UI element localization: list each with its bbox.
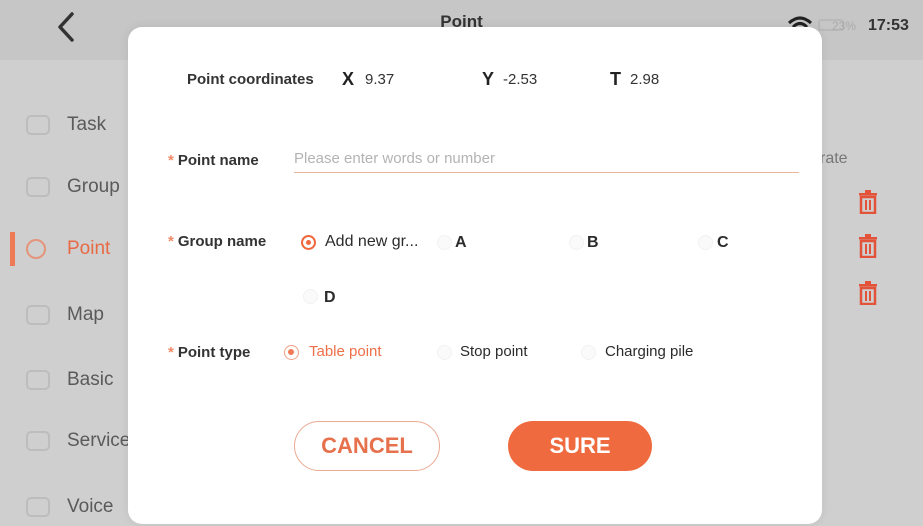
task-icon [26, 115, 50, 135]
point-name-label-text: Point name [177, 152, 259, 169]
map-icon [26, 305, 50, 325]
group-option-c-label[interactable]: C [717, 234, 729, 252]
point-type-label: * Point type [168, 344, 250, 361]
point-type-label-text: Point type [177, 344, 251, 361]
operate-column-header: rate [820, 150, 848, 167]
sidebar-item-label: Task [67, 114, 107, 135]
required-mark: * [168, 233, 174, 250]
coordinates-label: Point coordinates [187, 71, 314, 88]
group-option-b-label[interactable]: B [587, 234, 599, 252]
point-icon [26, 239, 46, 259]
group-option-b-radio[interactable] [569, 235, 584, 250]
group-icon [26, 177, 50, 197]
required-mark: * [168, 344, 174, 361]
group-name-label: * Group name [168, 233, 266, 250]
x-axis-label: X [342, 69, 355, 89]
basic-icon [26, 370, 50, 390]
point-type-charging-label[interactable]: Charging pile [605, 343, 693, 360]
battery-percent: 23% [832, 19, 857, 33]
group-option-c-radio[interactable] [698, 235, 713, 250]
group-option-a-radio[interactable] [437, 235, 452, 250]
group-name-label-text: Group name [177, 233, 267, 250]
point-name-input[interactable] [294, 145, 799, 173]
clock: 17:53 [868, 17, 909, 34]
cancel-button[interactable]: CANCEL [294, 421, 440, 471]
sidebar-item-label: Voice [67, 496, 114, 517]
sidebar-item-label: Basic [67, 369, 114, 390]
add-point-dialog: Point coordinates X 9.37 Y -2.53 T 2.98 … [128, 27, 822, 524]
voice-icon [26, 497, 50, 517]
delete-icon[interactable] [857, 190, 879, 214]
point-type-table-label[interactable]: Table point [309, 343, 382, 360]
y-coordinate-value: -2.53 [503, 71, 538, 88]
service-icon [26, 431, 50, 451]
group-option-d-label[interactable]: D [324, 289, 336, 307]
sidebar-item-label: Group [67, 176, 120, 197]
point-type-stop-label[interactable]: Stop point [460, 343, 528, 360]
required-mark: * [168, 152, 174, 169]
point-name-label: * Point name [168, 152, 259, 169]
sidebar-item-label: Point [67, 238, 111, 259]
group-option-d-radio[interactable] [303, 289, 318, 304]
sidebar-item-label: Service [67, 430, 131, 451]
point-type-charging-radio[interactable] [581, 345, 596, 360]
active-indicator [10, 232, 15, 266]
t-coordinate-value: 2.98 [630, 71, 660, 88]
t-axis-label: T [610, 69, 621, 89]
sidebar-item-label: Map [67, 304, 104, 325]
delete-icon[interactable] [857, 281, 879, 305]
x-coordinate-value: 9.37 [365, 71, 395, 88]
delete-icon[interactable] [857, 234, 879, 258]
point-type-stop-radio[interactable] [437, 345, 452, 360]
sure-button[interactable]: SURE [508, 421, 652, 471]
point-type-table-radio[interactable] [284, 345, 299, 360]
y-axis-label: Y [482, 69, 495, 89]
group-option-new-label[interactable]: Add new gr... [325, 233, 418, 251]
group-option-new-radio[interactable] [301, 235, 316, 250]
group-option-a-label[interactable]: A [455, 234, 467, 252]
